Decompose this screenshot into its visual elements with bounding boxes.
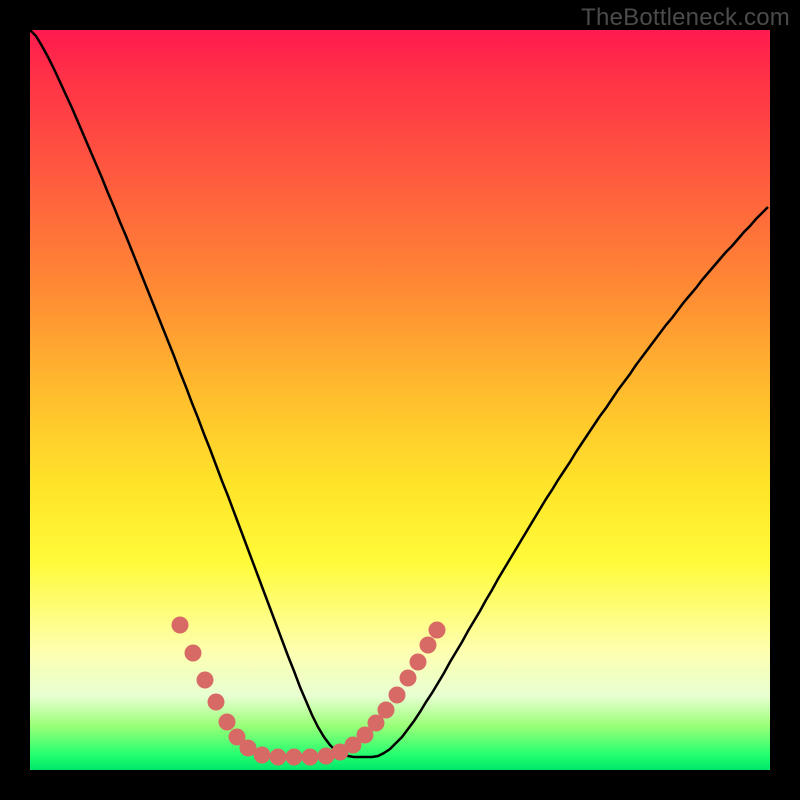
curve-dot bbox=[185, 645, 202, 662]
curve-dot bbox=[400, 670, 417, 687]
curve-dot bbox=[302, 749, 319, 766]
curve-dot bbox=[254, 747, 271, 764]
curve-dot bbox=[286, 749, 303, 766]
curve-dot bbox=[208, 694, 225, 711]
curve-dot bbox=[172, 617, 189, 634]
watermark-label: TheBottleneck.com bbox=[581, 4, 790, 32]
curve-dot bbox=[378, 702, 395, 719]
plot-area bbox=[30, 30, 770, 770]
curve-dot bbox=[197, 672, 214, 689]
chart-svg bbox=[30, 30, 770, 770]
chart-frame: TheBottleneck.com bbox=[0, 0, 800, 800]
curve-dot bbox=[410, 654, 427, 671]
bottleneck-curve bbox=[30, 30, 768, 757]
curve-dot bbox=[420, 637, 437, 654]
curve-dot bbox=[429, 622, 446, 639]
curve-dot bbox=[389, 687, 406, 704]
curve-dots-group bbox=[172, 617, 446, 766]
curve-dot bbox=[270, 749, 287, 766]
curve-dot bbox=[219, 714, 236, 731]
